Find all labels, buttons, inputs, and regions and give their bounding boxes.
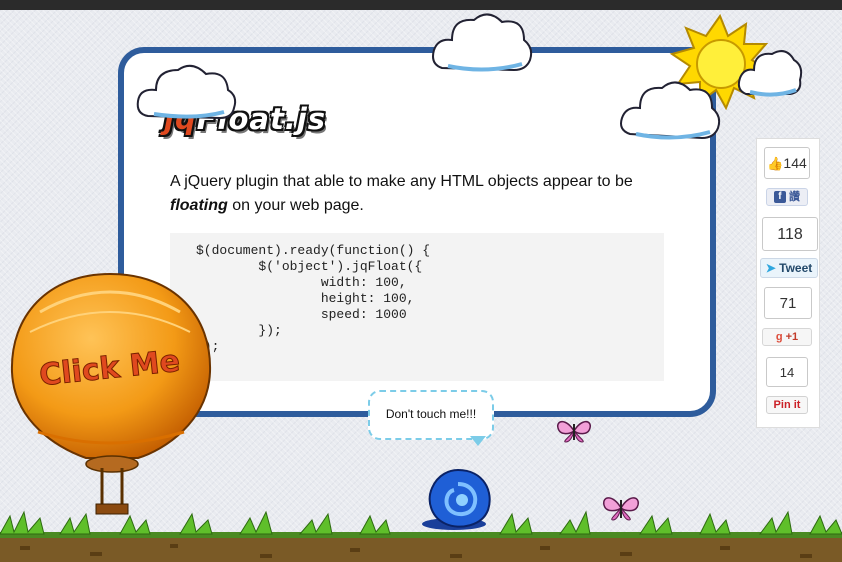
facebook-count-value: 144	[783, 155, 807, 171]
code-line: width: 100,	[196, 275, 407, 290]
google-icon: g	[775, 331, 783, 343]
google-plus-label: +1	[785, 331, 799, 343]
code-line: speed: 1000	[196, 307, 407, 322]
code-line: $('object').jqFloat({	[196, 259, 423, 274]
description: A jQuery plugin that able to make any HT…	[170, 170, 650, 218]
pinterest-count-value: 14	[779, 365, 795, 380]
click-me-balloon[interactable]: Click Me	[10, 272, 214, 522]
tweet-count: 118	[762, 217, 818, 251]
pin-it-button[interactable]: Pin it	[766, 396, 808, 414]
code-line: });	[196, 339, 664, 355]
thumbs-up-icon: 👍	[767, 156, 784, 171]
pinterest-count: 14	[766, 357, 808, 387]
tweet-label: Tweet	[779, 261, 813, 275]
code-line: });	[196, 323, 282, 338]
tweet-button[interactable]: ➤ Tweet	[760, 258, 818, 278]
code-line: $(document).ready(function() {	[196, 243, 431, 258]
description-text: A jQuery plugin that able to make any HT…	[170, 173, 633, 190]
google-plus-button[interactable]: g +1	[762, 328, 812, 346]
speech-bubble-text: Don't touch me!!!	[385, 407, 477, 421]
facebook-like-button[interactable]: f 讚	[766, 188, 808, 206]
tweet-count-value: 118	[777, 226, 803, 243]
floating-cloud-left[interactable]	[134, 56, 240, 126]
code-line: height: 100,	[196, 291, 415, 306]
floating-cloud-center[interactable]	[618, 72, 724, 142]
floating-cloud-top[interactable]	[430, 6, 534, 74]
butterfly-icon[interactable]	[556, 418, 592, 444]
facebook-like-label: 讚	[789, 191, 801, 203]
google-plus-count-value: 71	[779, 295, 797, 312]
code-block: $(document).ready(function() { $('object…	[170, 233, 664, 381]
description-text-end: on your web page.	[227, 197, 364, 214]
twitter-bird-icon: ➤	[765, 261, 776, 275]
top-bar	[0, 0, 842, 10]
facebook-like-count: 👍144	[764, 147, 810, 179]
speech-bubble: Don't touch me!!!	[368, 390, 494, 440]
google-plus-count: 71	[764, 287, 812, 319]
description-emphasis: floating	[170, 197, 228, 214]
snail-character[interactable]	[418, 466, 498, 534]
facebook-icon: f	[773, 191, 786, 204]
speech-bubble-tail	[470, 436, 486, 446]
pin-it-label: Pin it	[773, 399, 801, 411]
floating-cloud-right[interactable]	[736, 44, 806, 100]
